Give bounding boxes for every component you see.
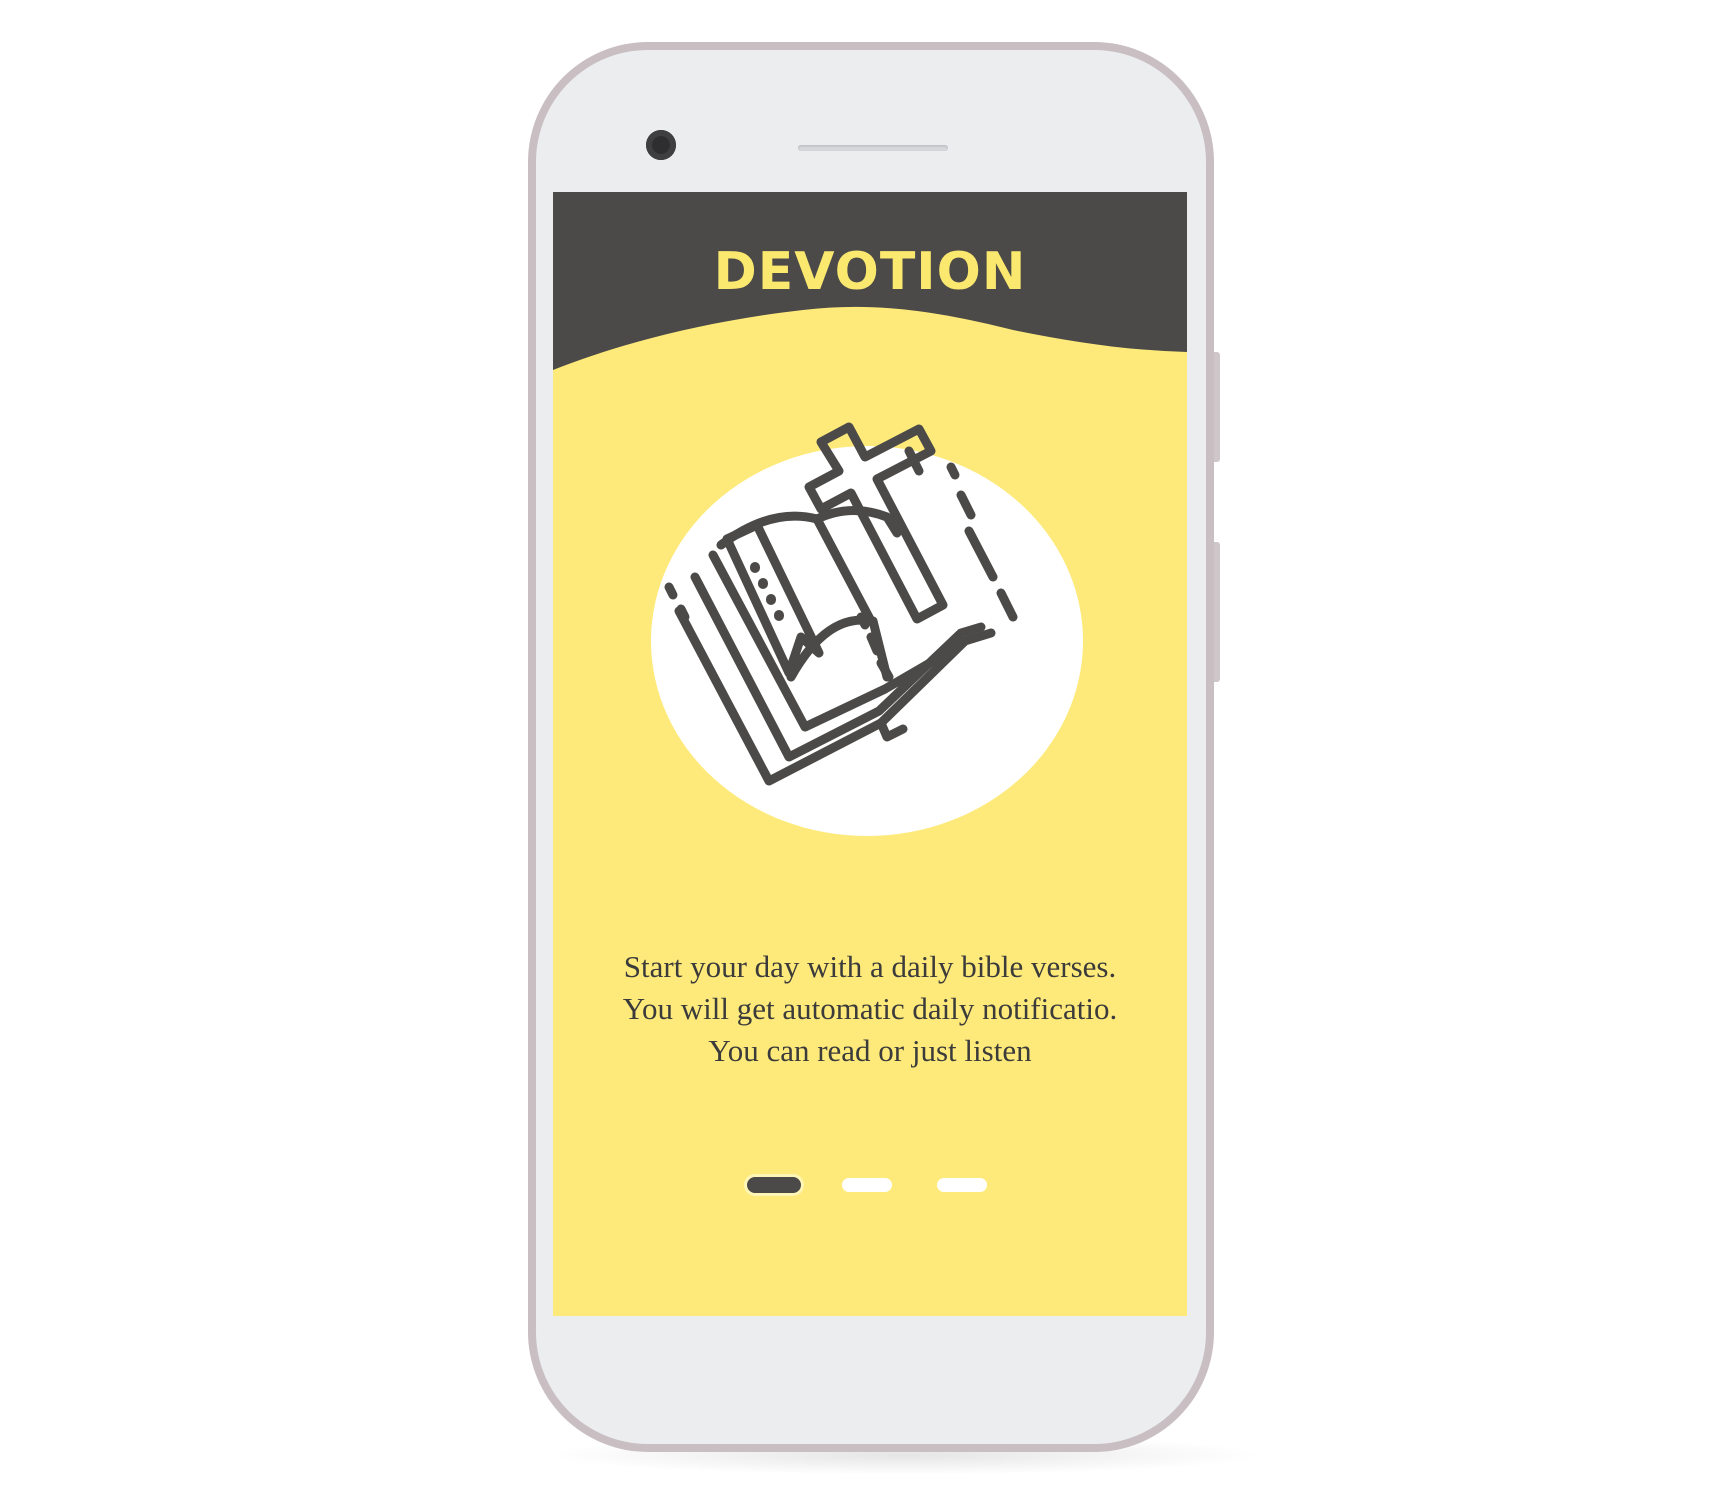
power-button xyxy=(1214,542,1220,682)
app-screen: DEVOTION Start your day with a daily bib… xyxy=(553,192,1187,1316)
description-line: You can read or just listen xyxy=(708,1033,1032,1068)
page-dot[interactable] xyxy=(842,1178,892,1192)
volume-button xyxy=(1214,352,1220,462)
earpiece-speaker xyxy=(798,145,948,151)
page-dot-active[interactable] xyxy=(744,1174,804,1196)
bible-cross-icon xyxy=(651,407,1091,837)
page-indicator xyxy=(553,1174,1187,1198)
page-title: DEVOTION xyxy=(713,242,1027,302)
product-mockup: DEVOTION Start your day with a daily bib… xyxy=(0,0,1732,1500)
page-dot[interactable] xyxy=(937,1178,987,1192)
onboarding-description: Start your day with a daily bible verses… xyxy=(593,946,1147,1072)
description-line: Start your day with a daily bible verses… xyxy=(623,949,1117,984)
description-line: You will get automatic daily notificatio… xyxy=(622,991,1118,1026)
front-camera xyxy=(646,130,676,160)
